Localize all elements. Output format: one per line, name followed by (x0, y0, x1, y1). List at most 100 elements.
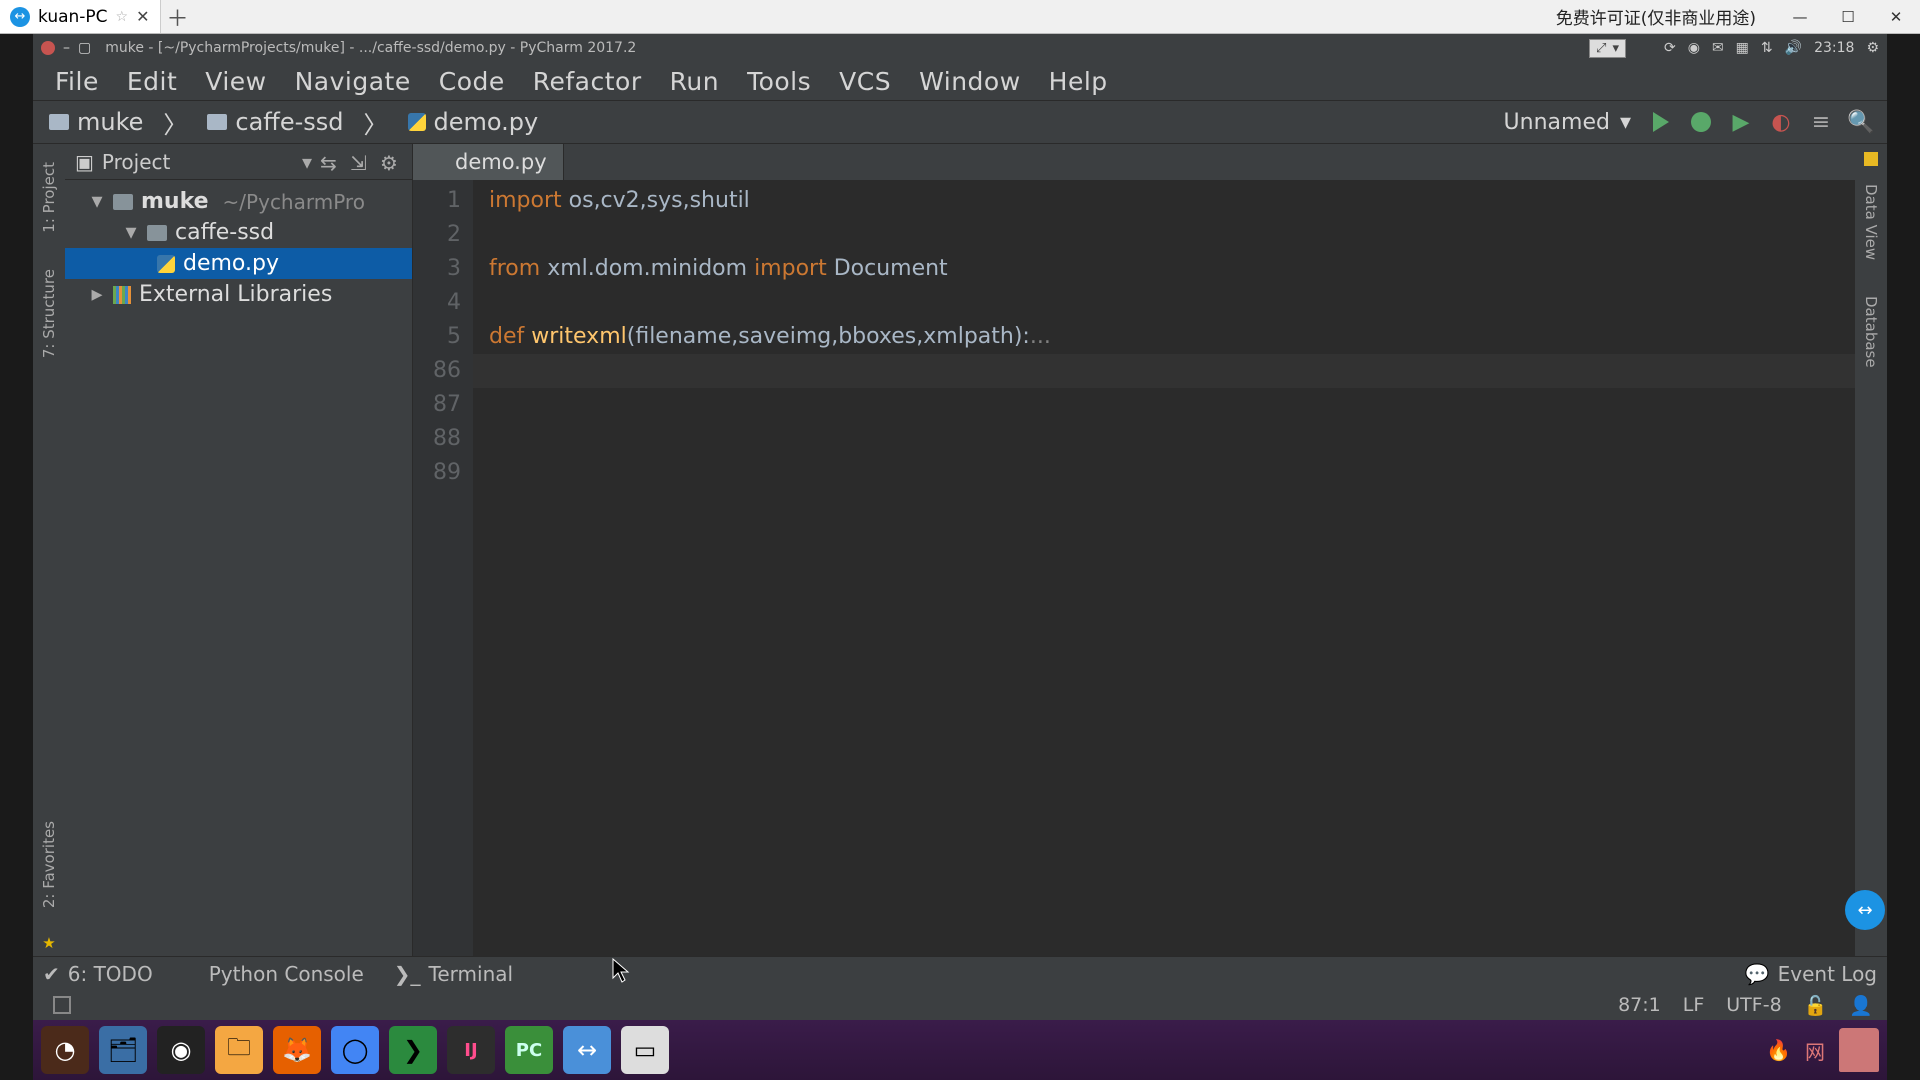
status-indicator-icon[interactable] (53, 996, 71, 1014)
host-taskbar: ◔ 🗂 ◉ 🗀 🦊 ◯ ❯ IJ PC ↔ ▭ 🔥 网 (33, 1020, 1887, 1080)
intellij-icon[interactable]: IJ (447, 1026, 495, 1074)
minimize-button[interactable]: — (1776, 0, 1824, 33)
tool-database[interactable]: Database (1862, 278, 1880, 386)
menu-navigate[interactable]: Navigate (283, 65, 423, 98)
line-gutter: 123 4586 878889 (413, 180, 473, 960)
tool-favorites[interactable]: 2: Favorites (40, 803, 58, 926)
network-icon[interactable]: ⇅ (1761, 40, 1773, 56)
tool-event-log[interactable]: 💬Event Log (1745, 962, 1877, 986)
teamviewer-side-icon[interactable]: ↔ (1845, 890, 1885, 930)
menu-tools[interactable]: Tools (735, 65, 823, 98)
chromium-icon[interactable]: ◯ (331, 1026, 379, 1074)
tool-terminal[interactable]: ❯_Terminal (394, 962, 513, 986)
gear-icon[interactable]: ⚙ (380, 151, 402, 173)
inspection-warning-icon[interactable] (1864, 152, 1878, 166)
menu-window[interactable]: Window (907, 65, 1033, 98)
breadcrumb-file[interactable]: demo.py (398, 106, 549, 138)
tool-dataview[interactable]: Data View (1862, 166, 1880, 278)
breadcrumb-root[interactable]: muke (39, 106, 153, 138)
debug-button[interactable] (1684, 105, 1718, 139)
close-window-button[interactable]: ✕ (1872, 0, 1920, 33)
run-config-selector[interactable]: Unnamed ▾ (1462, 110, 1641, 135)
trash-icon[interactable] (1839, 1028, 1879, 1072)
tool-project[interactable]: 1: Project (40, 144, 58, 251)
coverage-button[interactable]: ▶ (1724, 105, 1758, 139)
maximize-button[interactable]: ☐ (1824, 0, 1872, 33)
folder-icon[interactable]: 🗀 (215, 1026, 263, 1074)
terminal-icon: ❯_ (394, 962, 421, 986)
encoding[interactable]: UTF-8 (1726, 994, 1781, 1016)
menu-view[interactable]: View (193, 65, 278, 98)
search-everywhere-button[interactable]: 🔍 (1844, 105, 1878, 139)
menu-refactor[interactable]: Refactor (521, 65, 654, 98)
hector-icon[interactable]: 👤 (1849, 994, 1873, 1017)
tool-python-console[interactable]: Python Console (183, 962, 364, 986)
line-separator[interactable]: LF (1683, 994, 1705, 1016)
python-icon (183, 965, 201, 983)
caret-position: 87:1 (1618, 994, 1661, 1016)
project-pane-header[interactable]: ▣ Project ▾ ⇆ ⇲ ⚙ (65, 144, 412, 180)
screenshot-icon[interactable]: ◉ (157, 1026, 205, 1074)
folder-icon (49, 114, 69, 130)
files-icon[interactable]: 🗂 (99, 1026, 147, 1074)
dash-icon[interactable]: ◔ (41, 1026, 89, 1074)
terminal-icon[interactable]: ❯ (389, 1026, 437, 1074)
tree-folder-label: caffe-ssd (175, 220, 274, 245)
calendar-icon[interactable]: ▦ (1736, 40, 1749, 56)
close-tab-icon[interactable]: ✕ (136, 7, 149, 26)
collapse-icon[interactable]: ⇲ (350, 151, 372, 173)
mail-icon[interactable]: ✉ (1712, 40, 1724, 56)
search-icon: 🔍 (1847, 110, 1874, 135)
chevron-right-icon: ▸ (89, 282, 105, 307)
menu-edit[interactable]: Edit (115, 65, 189, 98)
run-button[interactable] (1644, 105, 1678, 139)
stop-button[interactable]: ◐ (1764, 105, 1798, 139)
menu-vcs[interactable]: VCS (827, 65, 903, 98)
new-tab-button[interactable]: ＋ (161, 0, 195, 33)
editor-tabs: demo.py (413, 144, 1855, 180)
teamviewer-app-icon[interactable]: ↔ (563, 1026, 611, 1074)
menu-code[interactable]: Code (427, 65, 517, 98)
tree-external-libraries[interactable]: ▸ External Libraries (65, 279, 412, 310)
bug-icon (1691, 112, 1711, 132)
editor-body[interactable]: 123 4586 878889 import os,cv2,sys,shutil… (413, 180, 1855, 960)
tool-todo[interactable]: ✔6: TODO (43, 962, 153, 986)
linux-maximize-icon[interactable]: ▢ (78, 40, 91, 56)
taskbar-right: 🔥 网 (1766, 1028, 1879, 1072)
scaling-toggle[interactable]: ⤢▾ (1589, 39, 1626, 58)
chevron-down-icon[interactable]: ▾ (302, 150, 312, 174)
firefox-icon[interactable]: 🦊 (273, 1026, 321, 1074)
editor-tab-demo[interactable]: demo.py (413, 144, 564, 180)
tree-file-label: demo.py (183, 251, 279, 276)
window-icon[interactable]: ▭ (621, 1026, 669, 1074)
editor-tab-label: demo.py (455, 150, 547, 174)
menu-help[interactable]: Help (1037, 65, 1120, 98)
power-icon[interactable]: ⚙ (1866, 40, 1879, 56)
code-area[interactable]: import os,cv2,sys,shutil from xml.dom.mi… (473, 180, 1855, 960)
readonly-icon[interactable]: 🔓 (1804, 994, 1828, 1017)
tree-file-demo[interactable]: demo.py (65, 248, 412, 279)
menu-file[interactable]: File (43, 65, 111, 98)
autoscroll-icon[interactable]: ⇆ (320, 151, 342, 173)
sync-icon[interactable]: ⟳ (1664, 40, 1676, 56)
linux-close-icon[interactable] (41, 41, 55, 55)
tree-folder-caffe-ssd[interactable]: ▾ caffe-ssd (65, 217, 412, 248)
breadcrumb-folder[interactable]: caffe-ssd (197, 106, 353, 138)
folder-icon (113, 194, 133, 210)
pin-icon[interactable]: ☆ (116, 9, 129, 25)
project-tree: ▾ muke ~/PycharmPro ▾ caffe-ssd demo.py … (65, 180, 412, 316)
chevron-down-icon: ▾ (123, 220, 139, 245)
pycharm-icon[interactable]: PC (505, 1026, 553, 1074)
volume-icon[interactable]: 🔊 (1785, 40, 1802, 56)
menu-run[interactable]: Run (658, 65, 731, 98)
user-icon[interactable]: ◉ (1688, 40, 1700, 56)
linux-minimize-icon[interactable]: – (63, 40, 70, 56)
remote-session-tab[interactable]: ↔ kuan-PC ☆ ✕ (0, 0, 161, 33)
python-icon (1472, 111, 1494, 133)
python-file-icon (429, 153, 447, 171)
python-file-icon (157, 255, 175, 273)
folder-icon (207, 114, 227, 130)
tool-structure[interactable]: 7: Structure (40, 251, 58, 376)
layout-button[interactable]: ≡ (1804, 105, 1838, 139)
tree-project-root[interactable]: ▾ muke ~/PycharmPro (65, 186, 412, 217)
